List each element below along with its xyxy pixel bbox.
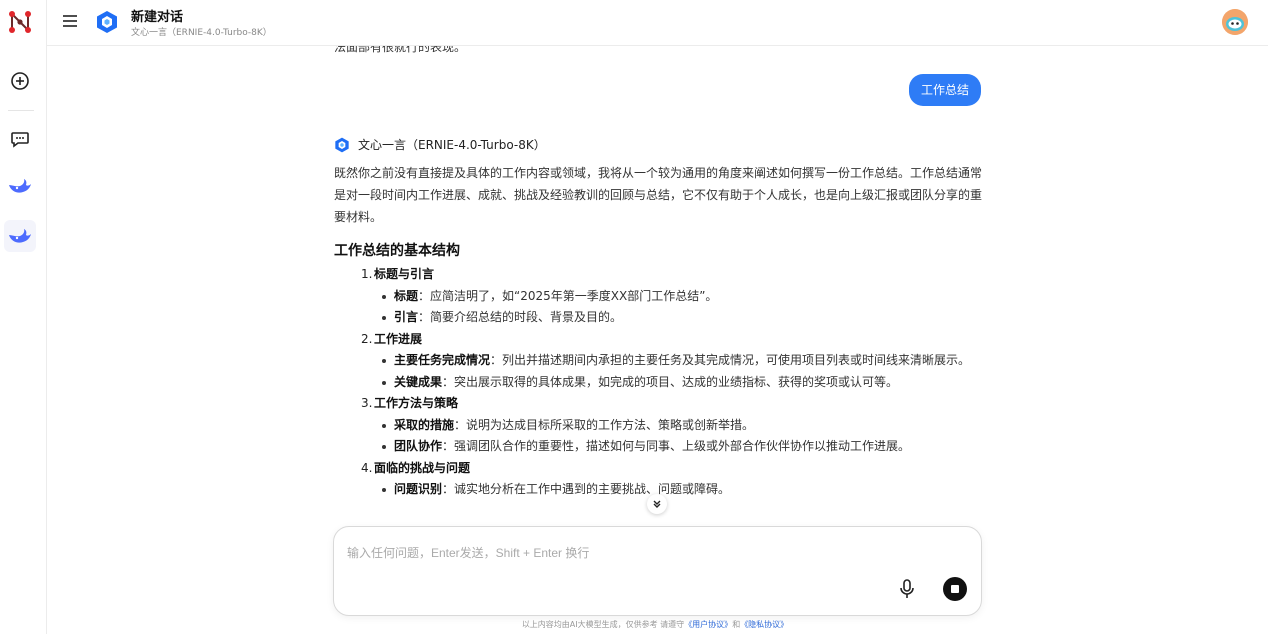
new-chat-button[interactable] xyxy=(8,69,32,93)
app-root: 新建对话 文心一言（ERNIE-4.0-Turbo-8K） 法面部有很就行的表现… xyxy=(0,0,1268,634)
deepseek-app-button[interactable] xyxy=(4,170,36,202)
list-item-title: 面临的挑战与问题 xyxy=(374,460,471,475)
bullet-key: 引言 xyxy=(394,310,419,324)
bullet-item: 引言：简要介绍总结的时段、背景及目的。 xyxy=(334,307,982,329)
list-number: 1. xyxy=(361,267,373,281)
footer-disclaimer: 以上内容均由AI大模型生成，仅供参考 请遵守《用户协议》和《隐私协议》 xyxy=(0,619,1268,630)
conversation-title: 新建对话 xyxy=(131,10,184,25)
microphone-icon[interactable] xyxy=(899,579,915,599)
user-message-bubble: 工作总结 xyxy=(908,74,981,106)
bullet-item: 标题：应简洁明了，如“2025年第一季度XX部门工作总结”。 xyxy=(334,286,982,308)
whale-icon xyxy=(9,229,31,243)
bullet-text: ：说明为达成目标所采取的工作方法、策略或创新举措。 xyxy=(454,417,755,432)
ordered-list-item: 4. 面临的挑战与问题 xyxy=(334,458,982,480)
footer-text: 以上内容均由AI大模型生成，仅供参考 请遵守 xyxy=(521,620,685,629)
previous-message-tail: 法面部有很就行的表现。 xyxy=(334,46,467,54)
list-item-title: 标题与引言 xyxy=(374,267,435,281)
bullet-key: 团队协作 xyxy=(394,439,443,453)
list-number: 4. xyxy=(361,460,373,475)
bullet-item: 团队协作：强调团队合作的重要性，描述如何与同事、上级或外部合作伙伴协作以推动工作… xyxy=(334,436,982,458)
ordered-list-item: 1. 标题与引言 xyxy=(334,264,982,286)
top-header: 新建对话 文心一言（ERNIE-4.0-Turbo-8K） xyxy=(47,0,1268,46)
bot-name: 文心一言（ERNIE-4.0-Turbo-8K） xyxy=(358,138,546,152)
chat-list-button[interactable] xyxy=(8,127,32,151)
list-number: 3. xyxy=(361,396,373,410)
rail-divider xyxy=(8,110,34,111)
bullet-text: ：诚实地分析在工作中遇到的主要挑战、问题或障碍。 xyxy=(442,482,731,496)
user-agreement-link[interactable]: 《用户协议》 xyxy=(684,620,732,629)
whale-icon xyxy=(9,179,31,193)
bullet-key: 标题 xyxy=(394,288,419,303)
ernie-logo-icon xyxy=(97,11,117,33)
bullet-item: 采取的措施：说明为达成目标所采取的工作方法、策略或创新举措。 xyxy=(334,415,982,437)
chevron-down-icon xyxy=(653,500,661,508)
list-number: 2. xyxy=(361,331,373,346)
app-logo-icon[interactable] xyxy=(6,8,34,36)
deepseek-app-button-2[interactable] xyxy=(4,220,36,252)
avatar[interactable] xyxy=(1222,9,1248,35)
ordered-list-item: 2. 工作进展 xyxy=(334,329,982,351)
message-composer xyxy=(333,526,982,616)
stop-icon xyxy=(951,585,959,593)
list-item-title: 工作方法与策略 xyxy=(374,396,459,410)
bullet-key: 采取的措施 xyxy=(394,417,455,432)
model-subtitle: 文心一言（ERNIE-4.0-Turbo-8K） xyxy=(131,28,272,38)
left-rail xyxy=(0,0,47,634)
section-heading: 工作总结的基本结构 xyxy=(334,243,460,259)
bullet-text: ：简要介绍总结的时段、背景及目的。 xyxy=(418,310,623,324)
stop-generation-button[interactable] xyxy=(943,577,967,601)
bullet-item: 关键成果：突出展示取得的具体成果，如完成的项目、达成的业绩指标、获得的奖项或认可… xyxy=(334,372,982,394)
hamburger-icon[interactable] xyxy=(61,12,79,30)
bot-message-header: 文心一言（ERNIE-4.0-Turbo-8K） xyxy=(334,136,546,153)
list-item-title: 工作进展 xyxy=(374,331,423,346)
ernie-logo-icon xyxy=(335,137,349,152)
bullet-key: 问题识别 xyxy=(394,482,443,496)
bot-message-body: 既然你之前没有直接提及具体的工作内容或领域，我将从一个较为通用的角度来阐述如何撰… xyxy=(334,162,982,501)
bullet-text: ：应简洁明了，如“2025年第一季度XX部门工作总结”。 xyxy=(418,288,718,303)
ordered-list: 1. 标题与引言 标题：应简洁明了，如“2025年第一季度XX部门工作总结”。 引言：… xyxy=(334,264,982,501)
ordered-list-item: 3. 工作方法与策略 xyxy=(334,393,982,415)
plus-circle-icon xyxy=(11,72,29,90)
chat-bubble-icon xyxy=(11,132,29,148)
bullet-text: ：突出展示取得的具体成果，如完成的项目、达成的业绩指标、获得的奖项或认可等。 xyxy=(442,374,899,389)
footer-and: 和 xyxy=(732,620,741,629)
message-input[interactable] xyxy=(347,544,947,574)
privacy-policy-link[interactable]: 《隐私协议》 xyxy=(740,620,788,629)
bullet-key: 关键成果 xyxy=(394,374,443,389)
bullet-text: ：强调团队合作的重要性，描述如何与同事、上级或外部合作伙伴协作以推动工作进展。 xyxy=(442,439,911,453)
intro-paragraph: 既然你之前没有直接提及具体的工作内容或领域，我将从一个较为通用的角度来阐述如何撰… xyxy=(334,166,982,224)
bullet-key: 主要任务完成情况 xyxy=(394,353,491,367)
bullet-item: 主要任务完成情况：列出并描述期间内承担的主要任务及其完成情况，可使用项目列表或时… xyxy=(334,350,982,372)
bullet-text: ：列出并描述期间内承担的主要任务及其完成情况，可使用项目列表或时间线来清晰展示。 xyxy=(490,353,971,367)
chat-thread: 法面部有很就行的表现。 工作总结 文心一言（ERNIE-4.0-Turbo-8K… xyxy=(334,46,982,526)
scroll-to-bottom-button[interactable] xyxy=(647,494,667,514)
user-avatar-icon xyxy=(1222,9,1248,35)
